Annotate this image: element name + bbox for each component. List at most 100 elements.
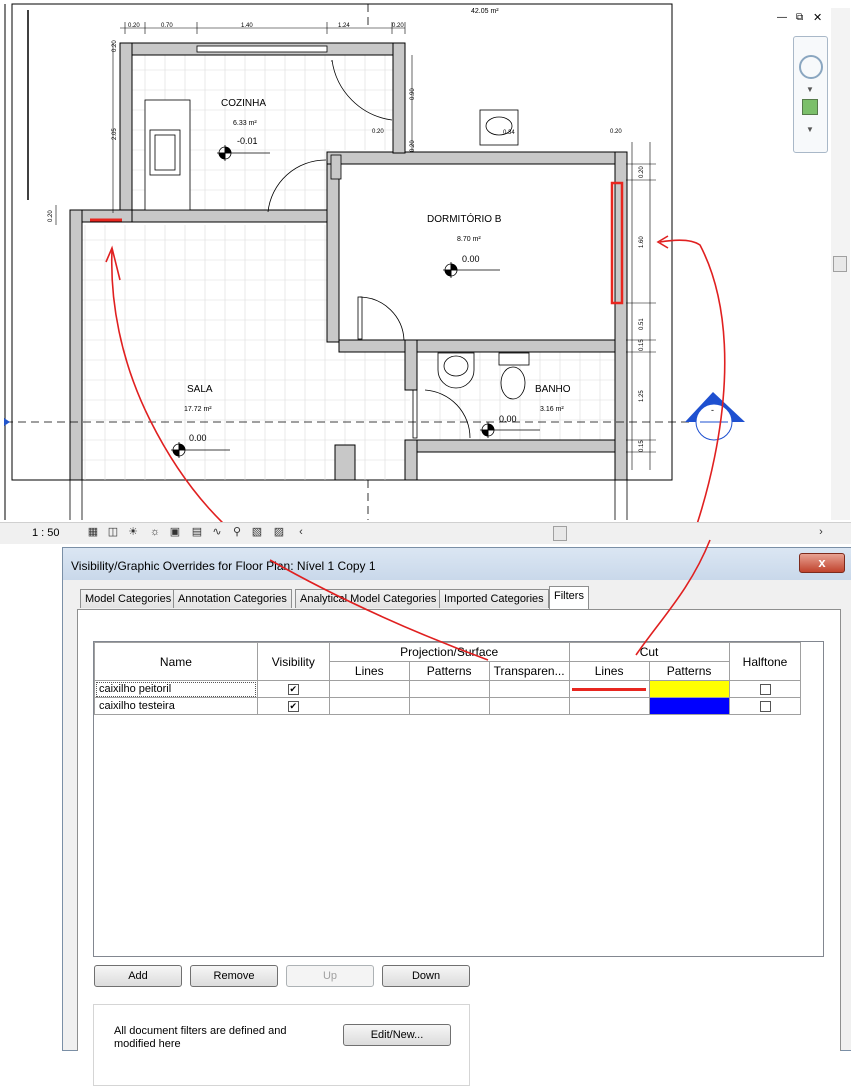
projection-patterns-cell[interactable] [408, 697, 490, 715]
visibility-checkbox[interactable]: ✔ [287, 700, 299, 712]
room-name-banho: BANHO [535, 384, 571, 395]
up-button[interactable]: Up [286, 965, 374, 987]
fixture-label: 0.34 [503, 130, 515, 136]
steering-wheel-icon[interactable] [799, 55, 823, 79]
svg-text:0.00: 0.00 [189, 433, 207, 443]
filters-table: Name Visibility Projection/Surface Cut H… [94, 642, 823, 715]
visibility-cell[interactable]: ✔ [256, 697, 330, 715]
kitchen-sink [144, 99, 191, 211]
svg-text:1.24: 1.24 [338, 23, 350, 29]
column-header-projection-lines[interactable]: Lines [328, 661, 410, 681]
table-row[interactable]: caixilho testeira ✔ [94, 697, 824, 715]
restore-icon[interactable]: ⧉ [796, 12, 808, 24]
column-header-transparency[interactable]: Transparen... [488, 661, 570, 681]
sun-path-icon[interactable]: ☀ [126, 526, 140, 539]
svg-text:0.15: 0.15 [639, 440, 645, 452]
svg-text:0.70: 0.70 [161, 23, 173, 29]
svg-text:2.05: 2.05 [112, 128, 118, 140]
table-row[interactable]: caixilho peitoril ✔ [94, 680, 824, 698]
column-header-projection-patterns[interactable]: Patterns [408, 661, 490, 681]
transparency-cell[interactable] [488, 697, 570, 715]
analytical-model-icon[interactable]: ▧ [250, 526, 264, 539]
column-header-halftone[interactable]: Halftone [728, 642, 802, 681]
tab-filters[interactable]: Filters [549, 586, 589, 609]
filters-tab-panel: Name Visibility Projection/Surface Cut H… [77, 609, 841, 1086]
floor-plan-view[interactable]: 0.34 0.20 0.70 1.40 1.24 0.20 0.20 0.20 … [0, 0, 851, 544]
svg-text:6.33 m²: 6.33 m² [233, 120, 257, 127]
add-button[interactable]: Add [94, 965, 182, 987]
tab-annotation-categories[interactable]: Annotation Categories [173, 589, 292, 608]
svg-text:-0.01: -0.01 [237, 136, 258, 146]
cut-line-swatch [572, 687, 647, 691]
svg-text:3.16 m²: 3.16 m² [540, 406, 564, 413]
temporary-hide-icon[interactable]: ∿ [210, 526, 224, 539]
tab-analytical-model-categories[interactable]: Analytical Model Categories [295, 589, 442, 608]
halftone-checkbox[interactable] [759, 683, 771, 695]
horizontal-scroll-thumb[interactable] [553, 526, 567, 541]
view-scale[interactable]: 1 : 50 [32, 527, 60, 539]
dialog-title: Visibility/Graphic Overrides for Floor P… [71, 559, 376, 573]
svg-text:0.20: 0.20 [372, 129, 384, 135]
remove-button[interactable]: Remove [190, 965, 278, 987]
svg-text:8.70 m²: 8.70 m² [457, 236, 481, 243]
column-header-visibility[interactable]: Visibility [256, 642, 330, 681]
cut-lines-cell[interactable] [568, 697, 650, 715]
visual-style-icon[interactable]: ◫ [106, 526, 120, 539]
halftone-cell[interactable] [728, 680, 802, 698]
floor-plan-canvas[interactable]: 0.34 0.20 0.70 1.40 1.24 0.20 0.20 0.20 … [0, 0, 831, 522]
detail-level-icon[interactable]: ▦ [86, 526, 100, 539]
dialog-titlebar[interactable]: Visibility/Graphic Overrides for Floor P… [63, 548, 851, 580]
close-button[interactable]: x [799, 553, 845, 573]
minimize-icon[interactable]: — [777, 12, 789, 24]
chevron-right-icon[interactable]: › [814, 526, 828, 539]
filter-name-cell[interactable]: caixilho peitoril [94, 680, 258, 698]
projection-lines-cell[interactable] [328, 697, 410, 715]
chevron-down-icon[interactable]: ▼ [806, 125, 814, 134]
chevron-down-icon[interactable]: ▼ [806, 85, 814, 94]
halftone-checkbox[interactable] [759, 700, 771, 712]
svg-text:0.20: 0.20 [48, 210, 54, 222]
cut-lines-cell[interactable] [568, 680, 650, 698]
projection-patterns-cell[interactable] [408, 680, 490, 698]
column-header-cut-patterns[interactable]: Patterns [648, 661, 730, 681]
temporary-view-properties-icon[interactable]: ▨ [272, 526, 286, 539]
room-name-cozinha: COZINHA [221, 98, 266, 109]
projection-lines-cell[interactable] [328, 680, 410, 698]
tab-imported-categories[interactable]: Imported Categories [439, 589, 549, 608]
show-crop-region-icon[interactable]: ▤ [190, 526, 204, 539]
navigation-bar[interactable]: ▼ ▼ [793, 36, 828, 153]
cut-patterns-cell[interactable] [648, 680, 730, 698]
filters-grid[interactable]: Name Visibility Projection/Surface Cut H… [93, 641, 824, 957]
reveal-hidden-icon[interactable]: ⚲ [230, 526, 244, 539]
edit-new-button[interactable]: Edit/New... [343, 1024, 451, 1046]
visibility-cell[interactable]: ✔ [256, 680, 330, 698]
svg-text:0.20: 0.20 [639, 166, 645, 178]
visibility-graphics-dialog: Visibility/Graphic Overrides for Floor P… [62, 547, 851, 1086]
vertical-scroll-thumb[interactable] [833, 256, 847, 272]
chevron-left-icon[interactable]: ‹ [294, 526, 308, 539]
svg-text:0.20: 0.20 [610, 129, 622, 135]
room-name-dormitorio: DORMITÓRIO B [427, 212, 502, 225]
shadows-icon[interactable]: ☼ [148, 526, 162, 539]
visibility-checkbox[interactable]: ✔ [287, 683, 299, 695]
cut-patterns-cell[interactable] [648, 697, 730, 715]
header-spacer [800, 642, 823, 681]
svg-text:1.25: 1.25 [639, 390, 645, 402]
filters-info-group: All document filters are defined and mod… [93, 1004, 470, 1086]
zoom-region-icon[interactable] [802, 99, 818, 115]
transparency-cell[interactable] [488, 680, 570, 698]
svg-text:0.00: 0.00 [462, 254, 480, 264]
crop-view-icon[interactable]: ▣ [168, 526, 182, 539]
column-header-name[interactable]: Name [94, 642, 258, 681]
filters-info-text: All document filters are defined and mod… [114, 1025, 287, 1050]
halftone-cell[interactable] [728, 697, 802, 715]
close-view-icon[interactable]: ✕ [813, 12, 825, 24]
column-header-cut-lines[interactable]: Lines [568, 661, 650, 681]
tab-model-categories[interactable]: Model Categories [80, 589, 177, 608]
down-button[interactable]: Down [382, 965, 470, 987]
column-group-cut: Cut [568, 642, 730, 662]
svg-text:-: - [711, 405, 714, 415]
total-area-label: 42.05 m² [471, 8, 499, 15]
svg-text:1.40: 1.40 [241, 23, 253, 29]
filter-name-cell[interactable]: caixilho testeira [94, 697, 258, 715]
